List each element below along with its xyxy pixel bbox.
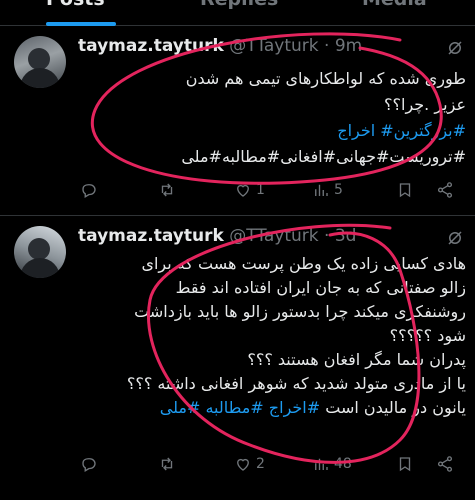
timestamp[interactable]: 3d (335, 226, 357, 246)
like-icon (237, 458, 249, 471)
bookmark-icon (399, 183, 411, 198)
like-count: 1 (256, 182, 265, 198)
tweet[interactable]: taymaz.tayturk @TTayturk · 9m طوری شده ک… (0, 26, 475, 216)
timestamp[interactable]: 9m (335, 36, 362, 56)
like-icon (237, 184, 249, 197)
reply-button[interactable] (80, 452, 102, 476)
tweet-line: شود ؟؟؟؟؟ (389, 326, 466, 345)
views-button[interactable]: 5 (312, 178, 343, 202)
profile-tabs: Posts Replies Media (0, 0, 475, 26)
reply-button[interactable] (80, 178, 102, 202)
avatar[interactable] (14, 226, 66, 278)
display-name[interactable]: taymaz.tayturk (78, 226, 224, 246)
profile-timeline: Posts Replies Media taymaz.tayturk @TTay… (0, 0, 475, 500)
separator-dot: · (324, 226, 330, 246)
tweet-line: زالو صفتانی که به جان ایران افتاده اند ف… (175, 278, 466, 297)
grok-icon[interactable] (446, 229, 464, 247)
tweet-line: پدران شما مگر افغان هستند ؟؟؟ (247, 350, 466, 369)
share-button[interactable] (436, 178, 454, 202)
tweet-line: طوری شده که لواطکارهای تیمی هم شدن (185, 69, 466, 88)
separator-dot: · (324, 36, 330, 56)
views-button[interactable]: 48 (312, 452, 352, 476)
user-handle[interactable]: @TTayturk (229, 36, 318, 56)
views-icon (315, 458, 328, 470)
grok-icon[interactable] (446, 39, 464, 57)
tweet-text: طوری شده که لواطکارهای تیمی هم شدن عزیز … (78, 66, 466, 170)
repost-button[interactable] (158, 178, 180, 202)
tweet[interactable]: taymaz.tayturk @TTayturk · 3d هادی کسایی… (0, 216, 475, 500)
reply-icon (82, 184, 96, 198)
tweet-line: روشنفکری میکند چرا بدستور زالو ها باید ب… (134, 302, 466, 321)
display-name[interactable]: taymaz.tayturk (78, 36, 224, 56)
reply-icon (82, 458, 96, 472)
view-count: 48 (334, 456, 352, 472)
tweet-line: عزیز .چرا؟؟ (384, 95, 466, 114)
repost-button[interactable] (158, 452, 180, 476)
share-icon (437, 182, 453, 198)
hashtag-link[interactable]: #بزرگترین# اخراج (78, 118, 466, 144)
tweet-line: #تروریست#جهانی#افغانی#مطالبه#ملی (181, 147, 466, 166)
like-count: 2 (256, 456, 265, 472)
avatar[interactable] (14, 36, 66, 88)
hashtag-link[interactable]: #اخراج #مطالبه #ملی (160, 398, 320, 417)
views-icon (315, 184, 328, 196)
repost-icon (161, 457, 173, 471)
tweet-line: یانون در مالیدن است (320, 398, 466, 417)
tab-posts[interactable]: Posts (46, 0, 105, 10)
like-button[interactable]: 2 (234, 452, 265, 476)
repost-icon (161, 183, 173, 197)
tweet-actions: 1 5 (74, 178, 468, 202)
view-count: 5 (334, 182, 343, 198)
bookmark-button[interactable] (396, 178, 414, 202)
tweet-header: taymaz.tayturk @TTayturk · 9m (78, 36, 466, 60)
tweet-line-with-tags: یانون در مالیدن است #اخراج #مطالبه #ملی (78, 396, 466, 420)
tab-replies[interactable]: Replies (200, 0, 278, 10)
like-button[interactable]: 1 (234, 178, 265, 202)
tweet-actions: 2 48 (74, 452, 468, 476)
tweet-header: taymaz.tayturk @TTayturk · 3d (78, 226, 466, 250)
bookmark-icon (399, 457, 411, 472)
bookmark-button[interactable] (396, 452, 414, 476)
tab-media[interactable]: Media (362, 0, 427, 10)
user-handle[interactable]: @TTayturk (229, 226, 318, 246)
tweet-line: هادی کسایی زاده یک وطن پرست هست که برای (141, 254, 466, 273)
tweet-line: یا از مادری متولد شدید که شوهر افغانی دا… (126, 374, 466, 393)
tweet-text: هادی کسایی زاده یک وطن پرست هست که برای … (78, 252, 466, 420)
share-button[interactable] (436, 452, 454, 476)
share-icon (437, 456, 453, 472)
